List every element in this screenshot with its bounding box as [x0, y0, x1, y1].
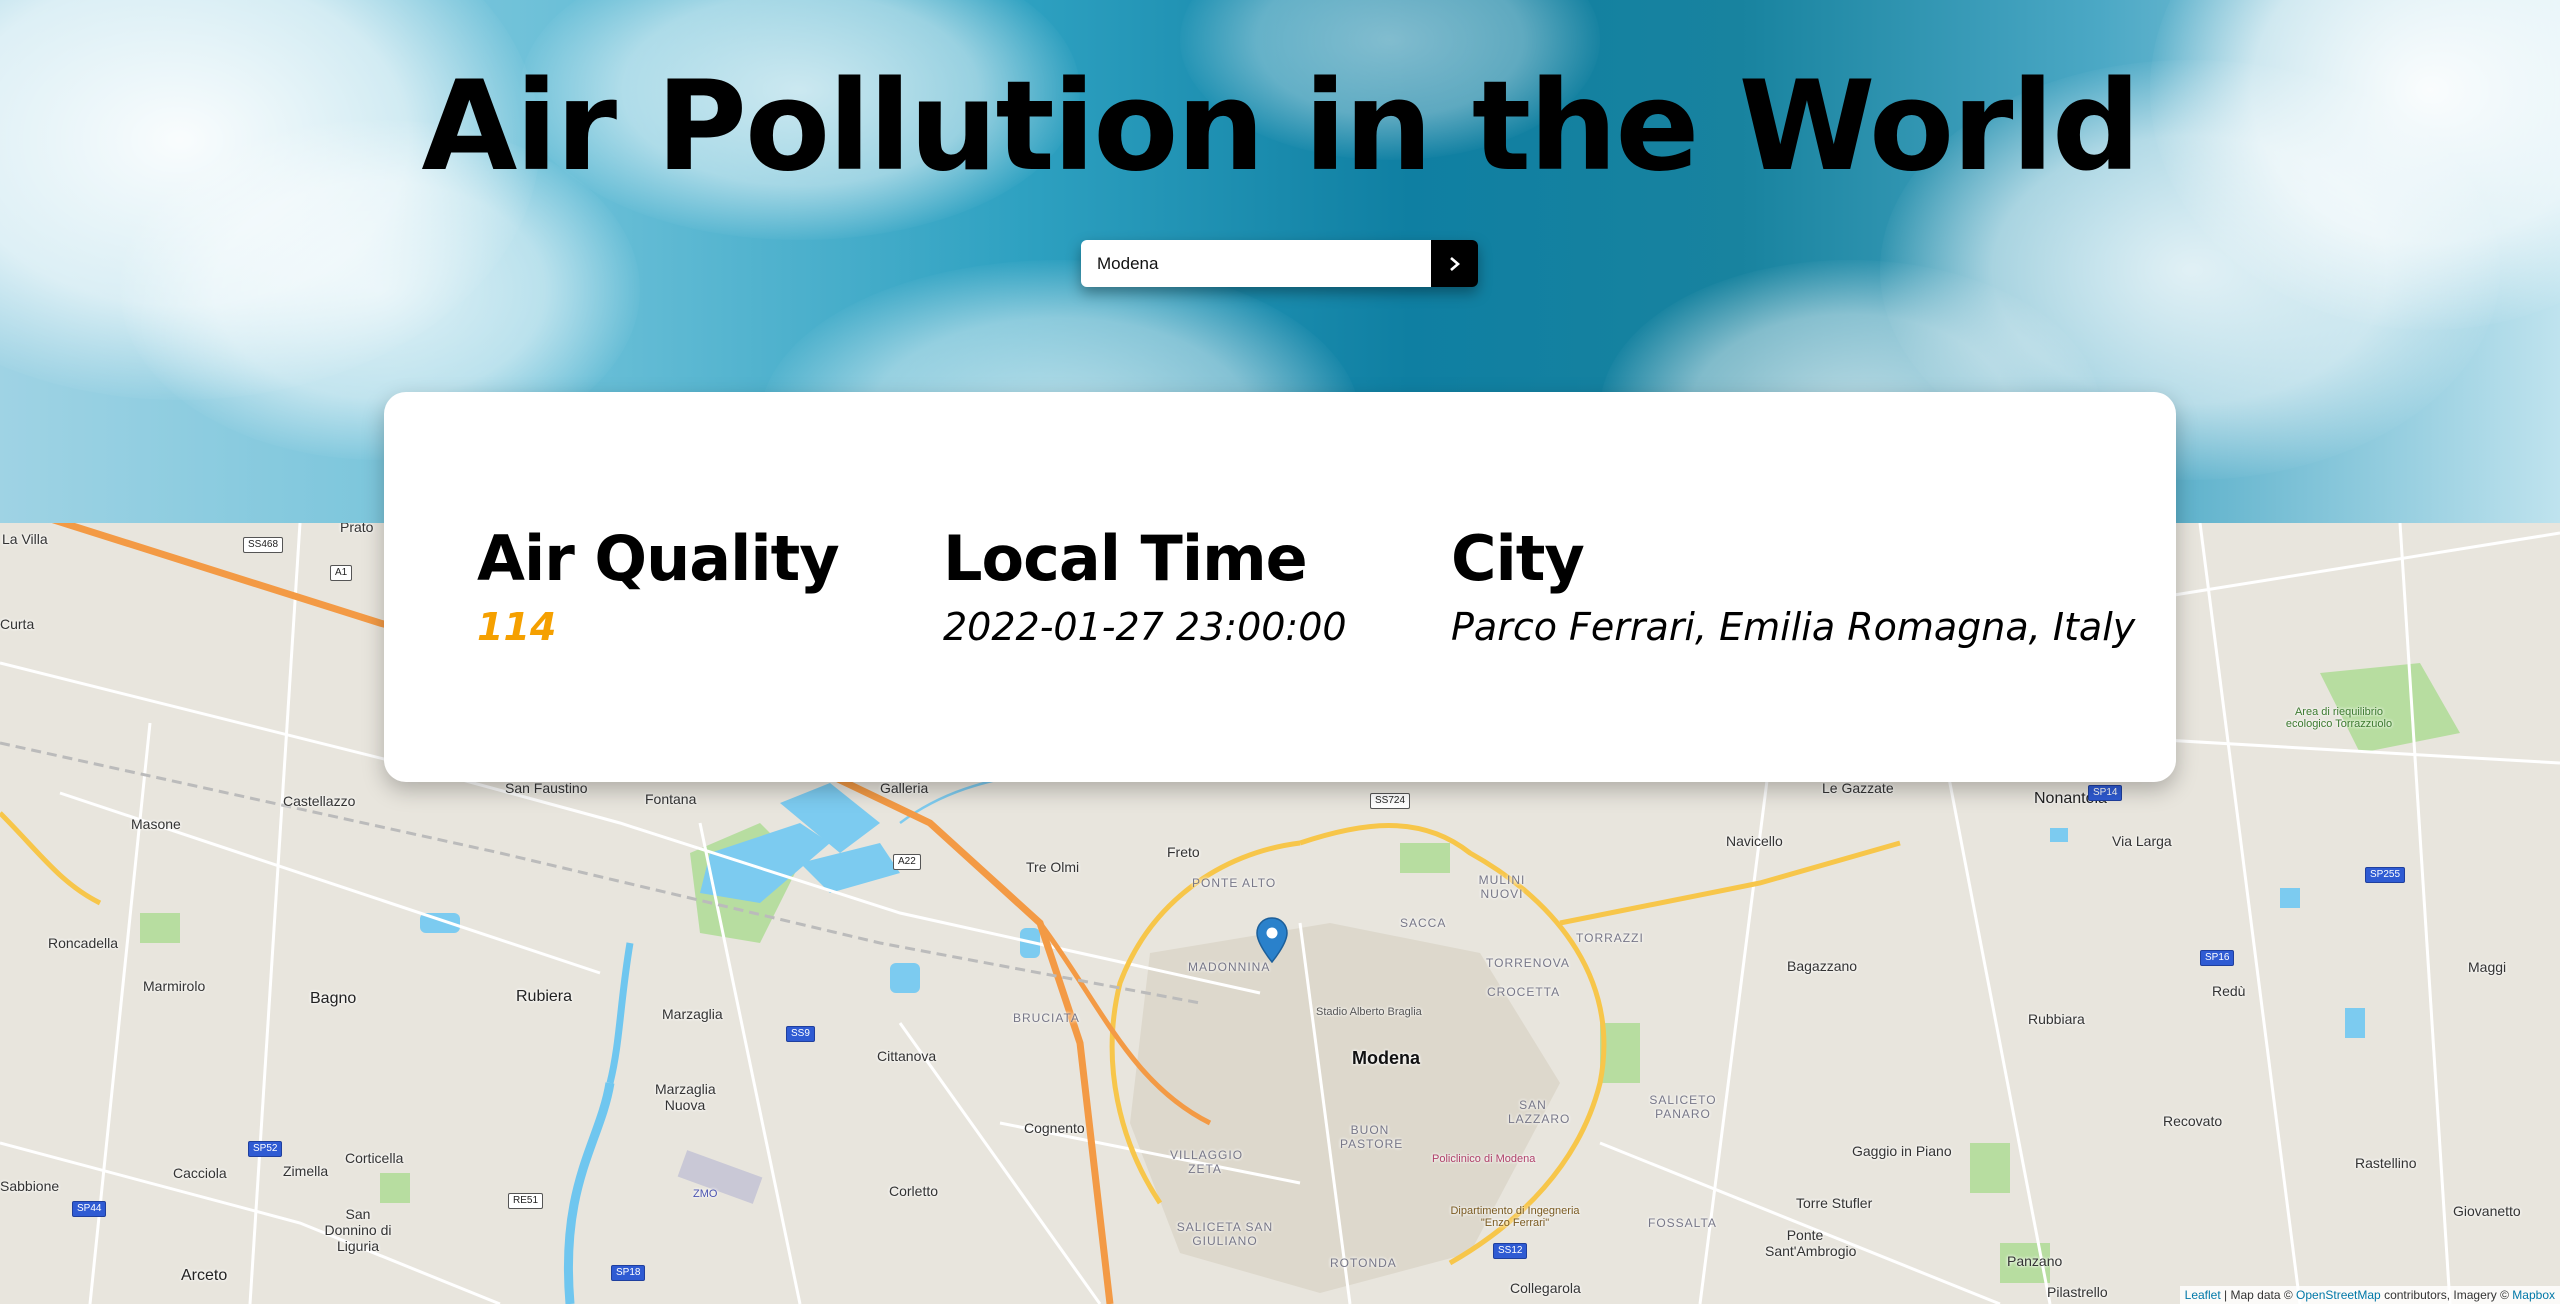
attribution-text-2: contributors, Imagery © [2380, 1288, 2513, 1302]
map-label-corticella: Corticella [345, 1150, 404, 1166]
map-label-sabbione: Sabbione [0, 1178, 60, 1194]
road-shield-ss9: SS9 [786, 1026, 815, 1042]
road-shield-sp14: SP14 [2088, 785, 2123, 801]
map-label-rubiera: Rubiera [516, 988, 573, 1005]
map-label-freto: Freto [1167, 844, 1200, 860]
air-quality-section: Air Quality 114 [477, 522, 840, 649]
city-value: Parco Ferrari, Emilia Romagna, Italy [1451, 605, 2136, 649]
road-shield-sp44: SP44 [72, 1201, 107, 1217]
map-district-rotonda: ROTONDA [1330, 1256, 1397, 1270]
leaflet-link[interactable]: Leaflet [2185, 1288, 2221, 1302]
map-district-sacca: SACCA [1400, 916, 1447, 930]
map-label-curta: Curta [0, 616, 35, 632]
city-section: City Parco Ferrari, Emilia Romagna, Ital… [1451, 522, 2135, 649]
road-shield-sp255: SP255 [2365, 867, 2406, 883]
map-label-rubbiara: Rubbiara [2028, 1011, 2085, 1027]
map-district-torrenova: TORRENOVA [1486, 956, 1570, 970]
air-quality-label: Air Quality [477, 522, 840, 595]
map-district-bruciata: BRUCIATA [1013, 1011, 1080, 1025]
map-label-tre-olmi: Tre Olmi [1026, 859, 1080, 875]
city-label: City [1451, 522, 1585, 595]
road-shield-ss468: SS468 [243, 537, 284, 553]
map-label-gaggio: Gaggio in Piano [1852, 1143, 1952, 1159]
local-time-label: Local Time [943, 522, 1308, 595]
map-district-ponte-alto: PONTE ALTO [1192, 876, 1277, 890]
map-label-cittanova: Cittanova [877, 1048, 937, 1064]
map-attribution: Leaflet | Map data © OpenStreetMap contr… [2179, 1286, 2560, 1304]
map-label-panzano: Panzano [2007, 1253, 2063, 1269]
map-label-modena: Modena [1352, 1048, 1421, 1068]
map-poi-policlinico: Policlinico di Modena [1432, 1153, 1536, 1165]
road-shield-a1: A1 [330, 565, 353, 581]
road-shield-ss724: SS724 [1370, 793, 1411, 809]
road-shield-sp16: SP16 [2200, 950, 2235, 966]
mapbox-link[interactable]: Mapbox [2512, 1288, 2555, 1302]
map-label-bagno: Bagno [310, 990, 357, 1007]
map-label-arceto: Arceto [181, 1267, 228, 1284]
map-label-zimella: Zimella [283, 1163, 329, 1179]
attribution-text-1: | Map data © [2220, 1288, 2297, 1302]
map-label-san-faustino: San Faustino [505, 780, 588, 796]
air-quality-value: 114 [477, 605, 557, 649]
map-label-bagazzano: Bagazzano [1787, 958, 1858, 974]
map-label-pilastrello: Pilastrello [2047, 1284, 2108, 1300]
map-district-fossalta: FOSSALTA [1648, 1216, 1717, 1230]
map-poi-area-riequilibrio: Area di riequilibrio ecologico Torrazzuo… [2285, 706, 2393, 730]
local-time-value: 2022-01-27 23:00:00 [943, 605, 1347, 649]
city-search [1081, 240, 1478, 287]
map-label-galleria: Galleria [880, 780, 929, 796]
map-label-maggi: Maggi [2468, 959, 2507, 975]
map-label-san-donnino: San Donnino di Liguria [324, 1206, 392, 1254]
map-poi-stadio: Stadio Alberto Braglia [1316, 1006, 1422, 1018]
map-label-castellazzo: Castellazzo [283, 793, 356, 809]
map-label-collegarola: Collegarola [1510, 1280, 1581, 1296]
map-label-giovanetto: Giovanetto [2453, 1203, 2521, 1219]
map-district-crocetta: CROCETTA [1487, 985, 1561, 999]
map-district-san-lazzaro: SAN LAZZARO [1508, 1098, 1571, 1126]
map-label-prato: Prato [340, 523, 374, 535]
road-shield-sp18: SP18 [611, 1265, 646, 1281]
map-label-torre-stufler: Torre Stufler [1796, 1195, 1873, 1211]
map-district-saliceto-panaro: SALICETO PANARO [1649, 1093, 1717, 1121]
location-marker-icon[interactable] [1256, 917, 1288, 964]
road-shield-a22: A22 [893, 854, 921, 870]
map-label-marzaglia: Marzaglia [662, 1006, 723, 1022]
map-label-la-villa: La Villa [2, 531, 48, 547]
road-shield-re51: RE51 [508, 1193, 544, 1209]
map-label-marmirolo: Marmirolo [143, 978, 206, 994]
chevron-right-icon [1448, 256, 1462, 272]
map-district-buon-pastore: BUON PASTORE [1340, 1123, 1404, 1151]
map-label-le-gazzate: Le Gazzate [1822, 780, 1894, 796]
map-label-roncadella: Roncadella [48, 935, 119, 951]
map-label-cognento: Cognento [1024, 1120, 1085, 1136]
map-poi-ingegneria: Dipartimento di Ingegneria "Enzo Ferrari… [1450, 1205, 1580, 1229]
map-label-marzaglia-nuova: Marzaglia Nuova [655, 1081, 716, 1113]
map-label-redu: Redù [2212, 983, 2246, 999]
road-shield-ss12: SS12 [1493, 1243, 1528, 1259]
map-label-cacciola: Cacciola [173, 1165, 227, 1181]
map-label-corletto: Corletto [889, 1183, 939, 1199]
air-quality-card: Air Quality 114 Local Time 2022-01-27 23… [384, 392, 2176, 782]
map-district-villaggio-zeta: VILLAGGIO ZETA [1170, 1148, 1244, 1176]
map-district-saliceta: SALICETA SAN GIULIANO [1176, 1220, 1274, 1248]
map-label-via-larga: Via Larga [2112, 833, 2172, 849]
road-shield-sp52: SP52 [248, 1141, 283, 1157]
local-time-section: Local Time 2022-01-27 23:00:00 [943, 522, 1347, 649]
openstreetmap-link[interactable]: OpenStreetMap [2296, 1288, 2381, 1302]
map-district-torrazzi: TORRAZZI [1576, 931, 1644, 945]
city-search-input[interactable] [1081, 240, 1431, 287]
map-label-rastellino: Rastellino [2355, 1155, 2417, 1171]
page-title: Air Pollution in the World [421, 55, 2140, 199]
search-submit-button[interactable] [1431, 240, 1478, 287]
map-label-navicello: Navicello [1726, 833, 1783, 849]
map-district-mulini-nuovi: MULINI NUOVI [1478, 873, 1526, 901]
map-label-fontana: Fontana [645, 791, 697, 807]
map-label-ponte-santambrogio: Ponte Sant'Ambrogio [1765, 1227, 1857, 1259]
map-poi-zmo: ZMO [693, 1188, 718, 1200]
map-label-masone: Masone [131, 816, 181, 832]
map-label-recovato: Recovato [2163, 1113, 2223, 1129]
